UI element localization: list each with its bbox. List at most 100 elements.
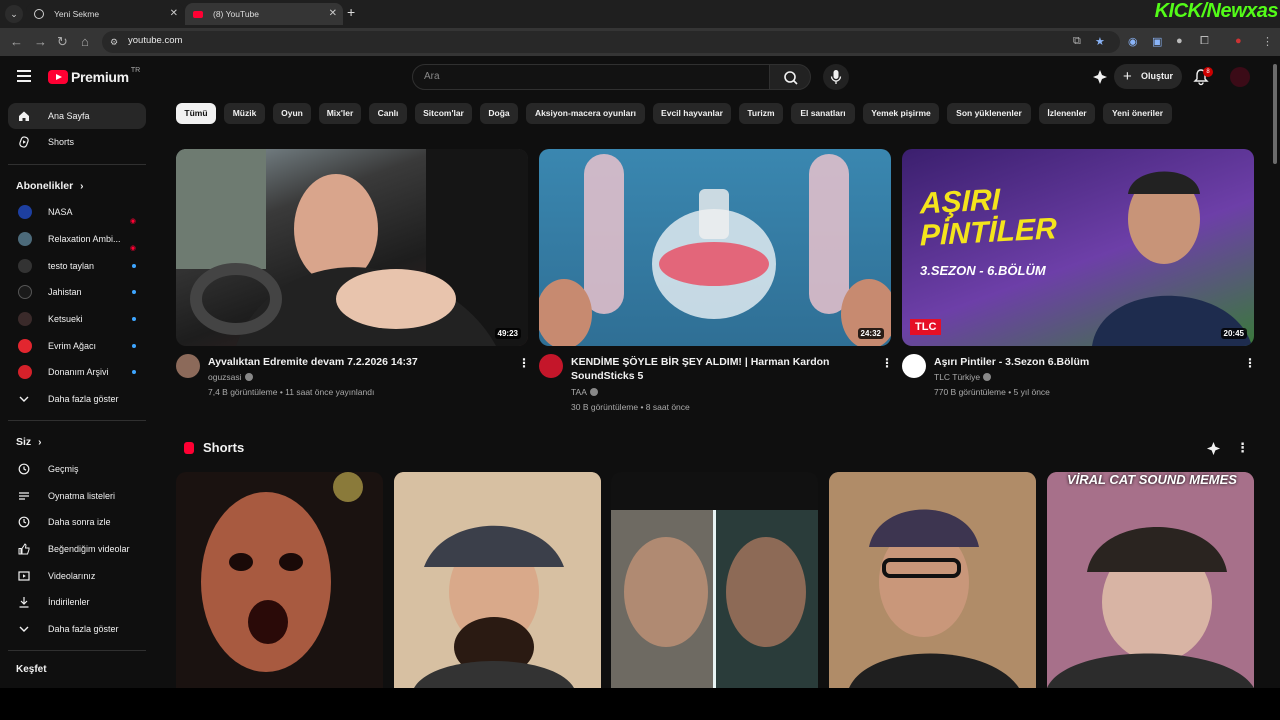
- channel-name[interactable]: TLC Türkiye: [934, 372, 992, 382]
- channel-name[interactable]: oguzsasi: [208, 372, 253, 382]
- chip[interactable]: Son yüklenenler: [947, 103, 1031, 124]
- chip[interactable]: Yeni öneriler: [1103, 103, 1172, 124]
- chip[interactable]: Canlı: [369, 103, 407, 124]
- sidebar-item-your-videos[interactable]: Videolarınız: [8, 563, 146, 589]
- search-input[interactable]: [424, 71, 724, 82]
- chip[interactable]: Mix'ler: [319, 103, 361, 124]
- you-heading[interactable]: Siz ›: [16, 436, 41, 448]
- chip[interactable]: İzlenenler: [1039, 103, 1095, 124]
- home-icon[interactable]: ⌂: [81, 34, 89, 49]
- sidebar-item-subscription[interactable]: Ketsueki: [8, 306, 146, 332]
- short-thumbnail[interactable]: [611, 472, 818, 688]
- short-image: [829, 472, 1036, 688]
- chip[interactable]: Oyun: [273, 103, 311, 124]
- sidebar-item-label: İndirilenler: [48, 597, 90, 607]
- chip[interactable]: Sitcom'lar: [415, 103, 472, 124]
- chip[interactable]: Doğa: [480, 103, 518, 124]
- sidebar-item-subscription[interactable]: testo taylan: [8, 253, 146, 279]
- chip[interactable]: Evcil hayvanlar: [653, 103, 731, 124]
- page-scrollbar[interactable]: [1270, 56, 1280, 688]
- sidebar-item-playlists[interactable]: Oynatma listeleri: [8, 483, 146, 509]
- reload-icon[interactable]: ↻: [57, 34, 68, 50]
- sidebar-item-liked-videos[interactable]: Beğendiğim videolar: [8, 536, 146, 562]
- extension-icon[interactable]: ◉: [1128, 35, 1138, 48]
- video-title[interactable]: KENDİME ŞÖYLE BİR ŞEY ALDIM! | Harman Ka…: [571, 355, 871, 383]
- video-thumbnail[interactable]: 24:32: [539, 149, 891, 346]
- microphone-icon: [830, 70, 842, 84]
- sidebar-item-subscription[interactable]: Relaxation Ambi... ◉: [8, 226, 146, 252]
- channel-avatar: [18, 205, 32, 219]
- sidebar-item-subscription[interactable]: Donanım Arşivi: [8, 359, 146, 385]
- video-thumbnail[interactable]: AŞIRI PİNTİLER 3.SEZON - 6.BÖLÜM TLC 20:…: [902, 149, 1254, 346]
- scrollbar-thumb[interactable]: [1273, 64, 1277, 164]
- short-thumbnail[interactable]: [176, 472, 383, 688]
- short-caption: VİRAL CAT SOUND MEMES: [1067, 472, 1237, 487]
- sidebar: Ana Sayfa Shorts Abonelikler › NASA ◉ Re…: [0, 98, 156, 688]
- extensions-puzzle-icon[interactable]: ⧠: [1200, 35, 1209, 48]
- sidebar-item-downloads[interactable]: İndirilenler: [8, 589, 146, 615]
- sidebar-item-subscription[interactable]: Evrim Ağacı: [8, 333, 146, 359]
- profile-icon[interactable]: ●: [1235, 35, 1242, 47]
- extension-icon[interactable]: ●: [1176, 35, 1183, 47]
- chip[interactable]: Aksiyon-macera oyunları: [526, 103, 645, 124]
- install-app-icon[interactable]: ⧉: [1073, 35, 1081, 48]
- subscriptions-heading[interactable]: Abonelikler ›: [16, 180, 83, 192]
- back-icon[interactable]: ←: [10, 34, 23, 49]
- sidebar-show-more-you[interactable]: Daha fazla göster: [8, 616, 146, 642]
- more-options-icon[interactable]: ⋮: [881, 356, 893, 370]
- chip[interactable]: Turizm: [739, 103, 783, 124]
- short-thumbnail[interactable]: [394, 472, 601, 688]
- chip[interactable]: El sanatları: [791, 103, 855, 124]
- sidebar-item-history[interactable]: Geçmiş: [8, 456, 146, 482]
- playlist-icon: [19, 492, 29, 500]
- sidebar-item-home[interactable]: Ana Sayfa: [8, 103, 146, 129]
- video-thumbnail[interactable]: 49:23: [176, 149, 528, 346]
- sidebar-item-subscription[interactable]: NASA ◉: [8, 199, 146, 225]
- short-thumbnail[interactable]: VİRAL CAT SOUND MEMES: [1047, 472, 1254, 688]
- new-content-dot: [132, 317, 136, 321]
- live-icon: ◉: [129, 218, 136, 225]
- sidebar-item-label: Donanım Arşivi: [48, 367, 109, 377]
- new-tab-button[interactable]: +: [347, 4, 355, 20]
- more-options-icon[interactable]: ⋮: [1236, 440, 1249, 456]
- close-icon[interactable]: ✕: [329, 3, 337, 25]
- browser-menu-icon[interactable]: ⋮: [1262, 35, 1273, 48]
- short-thumbnail[interactable]: [829, 472, 1036, 688]
- bookmark-star-icon[interactable]: ★: [1095, 35, 1105, 48]
- video-title[interactable]: Ayvalıktan Edremite devam 7.2.2026 14:37: [208, 355, 508, 369]
- tab-new-tab[interactable]: Yeni Sekme ✕: [26, 3, 184, 25]
- search-button[interactable]: [769, 64, 811, 90]
- youtube-logo[interactable]: Premium TR: [48, 67, 140, 85]
- tab-search-button[interactable]: ⌄: [5, 5, 23, 23]
- site-info-icon[interactable]: ⚙: [110, 37, 118, 48]
- close-icon[interactable]: ✕: [170, 3, 178, 25]
- sidebar-item-subscription[interactable]: Jahistan: [8, 279, 146, 305]
- forward-icon[interactable]: →: [34, 34, 47, 49]
- chevron-down-icon: [19, 626, 29, 632]
- tab-youtube[interactable]: (8) YouTube ✕: [185, 3, 343, 25]
- more-options-icon[interactable]: ⋮: [518, 356, 530, 370]
- plus-icon: +: [1123, 68, 1132, 85]
- shorts-sparkle-icon[interactable]: [1206, 441, 1221, 456]
- chip[interactable]: Müzik: [224, 103, 265, 124]
- channel-avatar[interactable]: [902, 354, 926, 378]
- notification-count-badge: 8: [1203, 67, 1213, 77]
- address-bar[interactable]: ⚙ youtube.com: [102, 31, 1120, 53]
- sidebar-item-watch-later[interactable]: Daha sonra izle: [8, 509, 146, 535]
- translate-icon[interactable]: ▣: [1152, 35, 1162, 48]
- create-button[interactable]: + Oluştur: [1114, 64, 1182, 89]
- channel-avatar[interactable]: [539, 354, 563, 378]
- voice-search-button[interactable]: [823, 64, 849, 90]
- channel-avatar[interactable]: [176, 354, 200, 378]
- menu-icon[interactable]: [17, 70, 31, 82]
- chip[interactable]: Yemek pişirme: [863, 103, 939, 124]
- short-image: [201, 472, 363, 672]
- create-sparkle-icon[interactable]: [1092, 69, 1108, 85]
- sidebar-show-more-subscriptions[interactable]: Daha fazla göster: [8, 386, 146, 412]
- more-options-icon[interactable]: ⋮: [1244, 356, 1256, 370]
- channel-name[interactable]: TAA: [571, 387, 598, 397]
- account-avatar[interactable]: [1230, 67, 1250, 87]
- video-title[interactable]: Aşırı Pintiler - 3.Sezon 6.Bölüm: [934, 355, 1234, 369]
- chip-all[interactable]: Tümü: [176, 103, 216, 124]
- sidebar-item-shorts[interactable]: Shorts: [8, 129, 146, 155]
